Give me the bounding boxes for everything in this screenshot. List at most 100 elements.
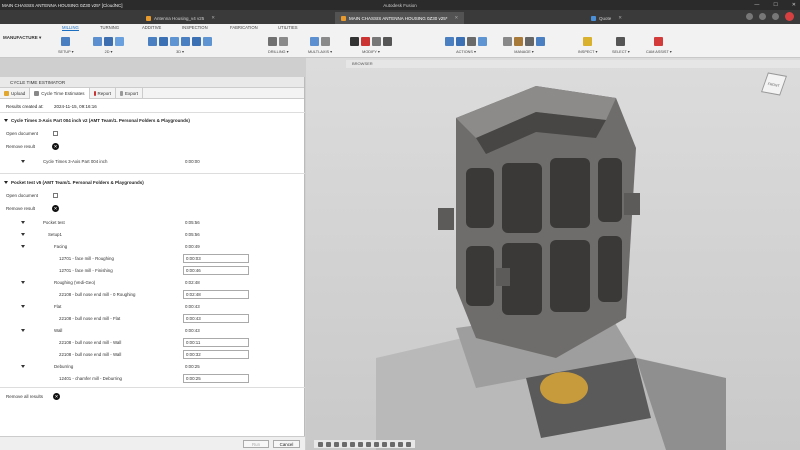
group-label[interactable]: INSPECT ▾ bbox=[578, 49, 597, 54]
minimize-icon[interactable]: — bbox=[754, 0, 759, 10]
simulate-view-icon[interactable] bbox=[382, 441, 387, 447]
machine-icon[interactable] bbox=[525, 36, 534, 46]
3d-parallel-icon[interactable] bbox=[181, 36, 190, 46]
group-label[interactable]: MANAGE ▾ bbox=[514, 49, 533, 54]
group-label[interactable]: MODIFY ▾ bbox=[362, 49, 380, 54]
ribbon-tab-turning[interactable]: TURNING bbox=[100, 25, 119, 30]
run-button[interactable]: Run bbox=[243, 440, 269, 448]
post-icon[interactable] bbox=[456, 36, 465, 46]
nc-program-icon[interactable] bbox=[478, 36, 487, 46]
doc-tab-main-chassis[interactable]: MAIN CHASSIS ANTENNA HOUSING 0Z30 v25* ✕ bbox=[335, 12, 465, 24]
2d-contour-icon[interactable] bbox=[104, 36, 113, 46]
close-tab-icon[interactable]: ✕ bbox=[618, 15, 622, 21]
avatar[interactable] bbox=[785, 12, 794, 21]
group-label[interactable]: MULTI-AXIS ▾ bbox=[308, 49, 332, 54]
tab-upload[interactable]: Upload bbox=[0, 88, 31, 99]
ribbon-tab-inspection[interactable]: INSPECTION bbox=[182, 25, 208, 30]
post-library-icon[interactable] bbox=[536, 36, 545, 46]
group-label[interactable]: 3D ▾ bbox=[176, 49, 184, 54]
chevron-down-icon[interactable] bbox=[21, 305, 25, 308]
template-icon[interactable] bbox=[514, 36, 523, 46]
help-icon[interactable] bbox=[772, 13, 779, 20]
select-icon[interactable] bbox=[616, 36, 626, 46]
3d-viewport[interactable]: BROWSER FRONT bbox=[306, 58, 800, 450]
setup-icon[interactable] bbox=[61, 36, 71, 46]
ribbon-tab-utilities[interactable]: UTILITIES bbox=[278, 25, 298, 30]
chevron-down-icon[interactable] bbox=[21, 281, 25, 284]
display-settings-icon[interactable] bbox=[358, 441, 363, 447]
open-external-icon[interactable] bbox=[53, 131, 58, 136]
extend-icon[interactable] bbox=[372, 36, 381, 46]
time-input[interactable]: 0:00:46 bbox=[183, 266, 249, 275]
cam-assist-icon[interactable] bbox=[654, 36, 664, 46]
time-input[interactable]: 0:00:03 bbox=[183, 254, 249, 263]
maximize-icon[interactable]: ☐ bbox=[773, 0, 777, 10]
chevron-down-icon[interactable] bbox=[21, 245, 25, 248]
viewports-icon[interactable] bbox=[374, 441, 379, 447]
group-label[interactable]: SETUP ▾ bbox=[58, 49, 74, 54]
time-input[interactable]: 0:00:32 bbox=[183, 350, 249, 359]
section-title[interactable]: Pocket test v5 (AMT Team/1. Personal Fol… bbox=[4, 180, 144, 185]
3d-steep-icon[interactable] bbox=[170, 36, 179, 46]
toolpath-display-icon[interactable] bbox=[390, 441, 395, 447]
group-label[interactable]: DRILLING ▾ bbox=[268, 49, 288, 54]
remove-all-results-icon[interactable]: ✕ bbox=[53, 393, 60, 400]
swarf-icon[interactable] bbox=[321, 36, 330, 46]
chevron-down-icon[interactable] bbox=[21, 233, 25, 236]
workspace-switcher[interactable]: MANUFACTURE ▾ bbox=[3, 35, 41, 41]
scissors-icon[interactable] bbox=[350, 36, 359, 46]
grid-settings-icon[interactable] bbox=[366, 441, 371, 447]
simulate-icon[interactable] bbox=[445, 36, 454, 46]
group-label[interactable]: 2D ▾ bbox=[105, 49, 113, 54]
time-input[interactable]: 0:00:43 bbox=[183, 314, 249, 323]
close-tab-icon[interactable]: ✕ bbox=[455, 15, 459, 21]
group-label[interactable]: ACTIONS ▾ bbox=[456, 49, 476, 54]
edit-icon[interactable] bbox=[383, 36, 392, 46]
trim-icon[interactable] bbox=[361, 36, 370, 46]
time-input[interactable]: 0:02:48 bbox=[183, 290, 249, 299]
pan-icon[interactable] bbox=[334, 441, 339, 447]
doc-tab-quote[interactable]: Quote ✕ bbox=[585, 12, 628, 24]
tab-export[interactable]: Export bbox=[116, 88, 144, 99]
group-label[interactable]: CAM ASSIST ▾ bbox=[646, 49, 672, 54]
3d-adaptive-icon[interactable] bbox=[148, 36, 157, 46]
chevron-down-icon[interactable] bbox=[21, 329, 25, 332]
tab-report[interactable]: Report bbox=[90, 88, 117, 99]
doc-tab-antenna[interactable]: Antenna Housing_v4 v25 ✕ bbox=[140, 12, 221, 24]
2d-adaptive-icon[interactable] bbox=[115, 36, 124, 46]
look-at-icon[interactable] bbox=[326, 441, 331, 447]
close-tab-icon[interactable]: ✕ bbox=[211, 15, 215, 21]
time-input[interactable]: 0:00:11 bbox=[183, 338, 249, 347]
3d-pocket-icon[interactable] bbox=[159, 36, 168, 46]
time-input[interactable]: 0:00:25 bbox=[183, 374, 249, 383]
bore-icon[interactable] bbox=[279, 36, 289, 46]
chevron-down-icon[interactable] bbox=[21, 160, 25, 163]
remove-result-icon[interactable]: ✕ bbox=[52, 143, 59, 150]
notifications-icon[interactable] bbox=[759, 13, 766, 20]
section-analysis-icon[interactable] bbox=[406, 441, 411, 447]
multiaxis-icon[interactable] bbox=[310, 36, 319, 46]
add-tab-icon[interactable] bbox=[746, 13, 753, 20]
orbit-icon[interactable] bbox=[318, 441, 323, 447]
tab-cycle-time-estimates[interactable]: Cycle Time Estimates bbox=[30, 88, 90, 99]
setup-sheet-icon[interactable] bbox=[467, 36, 476, 46]
close-icon[interactable]: ✕ bbox=[792, 0, 796, 10]
3d-scallop-icon[interactable] bbox=[192, 36, 201, 46]
stock-display-icon[interactable] bbox=[398, 441, 403, 447]
3d-contour-icon[interactable] bbox=[203, 36, 212, 46]
2d-pocket-icon[interactable] bbox=[93, 36, 102, 46]
measure-icon[interactable] bbox=[583, 36, 593, 46]
tool-library-icon[interactable] bbox=[503, 36, 512, 46]
section-title[interactable]: Cycle Times 3-Axis Part 004 inch v2 (AMT… bbox=[4, 118, 190, 123]
fit-icon[interactable] bbox=[350, 441, 355, 447]
chevron-down-icon[interactable] bbox=[21, 365, 25, 368]
drill-icon[interactable] bbox=[268, 36, 278, 46]
ribbon-tab-additive[interactable]: ADDITIVE bbox=[142, 25, 161, 30]
ribbon-tab-milling[interactable]: MILLING bbox=[62, 25, 79, 31]
ribbon-tab-fabrication[interactable]: FABRICATION bbox=[230, 25, 258, 30]
remove-result-icon[interactable]: ✕ bbox=[52, 205, 59, 212]
chevron-down-icon[interactable] bbox=[4, 119, 8, 123]
chevron-down-icon[interactable] bbox=[21, 221, 25, 224]
group-label[interactable]: SELECT ▾ bbox=[612, 49, 630, 54]
cancel-button[interactable]: Cancel bbox=[273, 440, 300, 448]
